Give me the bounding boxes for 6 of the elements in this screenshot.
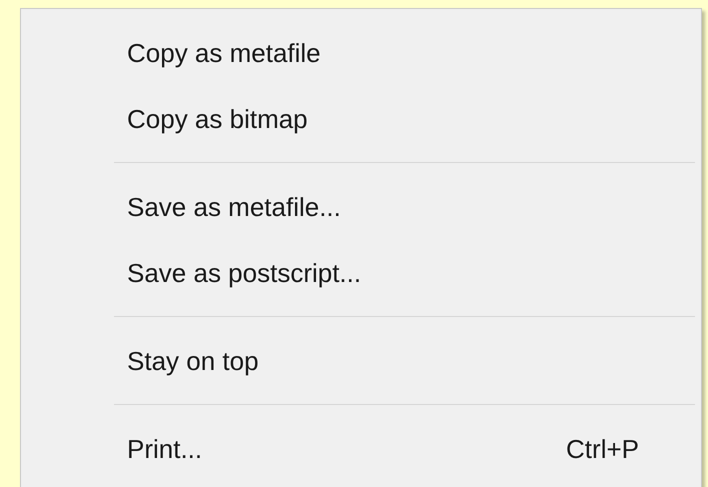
menu-item[interactable]: Copy as metafile [21, 20, 701, 86]
menu-item[interactable]: Stay on top [21, 328, 701, 394]
menu-item[interactable]: Save as metafile... [21, 174, 701, 240]
menu-item[interactable]: Save as postscript... [21, 240, 701, 306]
menu-item[interactable]: Print... Ctrl+P [21, 416, 701, 482]
menu-item[interactable]: Copy as bitmap [21, 86, 701, 152]
